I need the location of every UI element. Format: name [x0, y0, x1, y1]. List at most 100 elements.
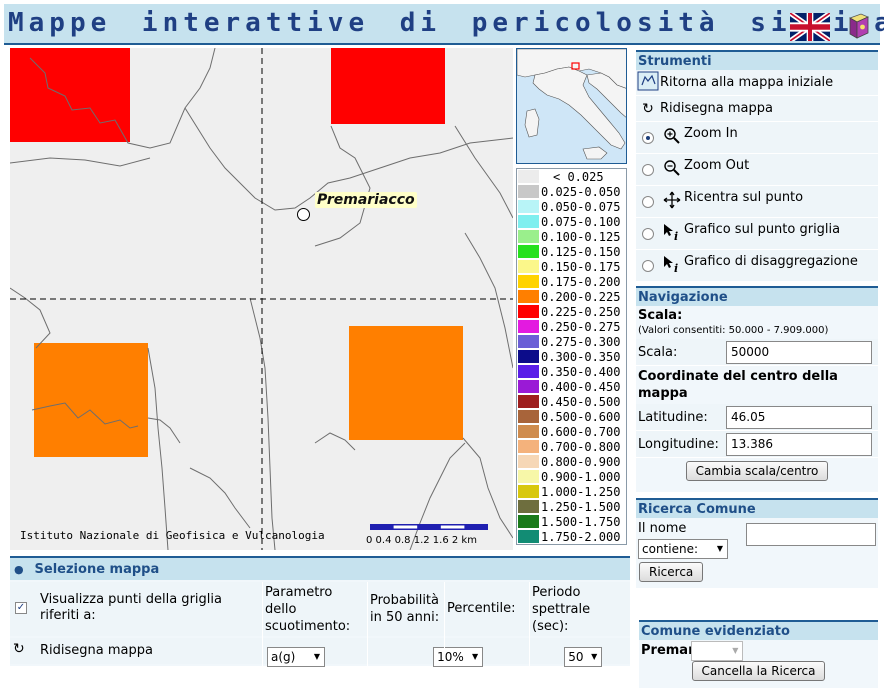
- show-grid-checkbox[interactable]: ✓: [15, 602, 27, 614]
- hazard-cell-red-2: [331, 48, 445, 124]
- legend-item: 0.900-1.000: [517, 469, 626, 484]
- reset-map-tool[interactable]: Ritorna alla mappa iniziale: [636, 70, 878, 96]
- legend-swatch: [518, 530, 539, 543]
- highlighted-town: Premariacco: [641, 643, 733, 658]
- legend-item: 0.025-0.050: [517, 184, 626, 199]
- tool-option-label: Ricentra sul punto: [684, 190, 804, 205]
- tools-panel: Strumenti Ritorna alla mappa iniziale ↻ …: [636, 50, 878, 282]
- legend-label: 0.500-0.600: [541, 409, 621, 424]
- info-cursor-icon: i: [660, 222, 684, 246]
- tool-option-label: Zoom Out: [684, 158, 750, 173]
- percentile-column-label: Percentile:: [447, 601, 516, 616]
- selection-row-controls: ↻ Ridisegna mappa a(g) 10% 50: [10, 638, 744, 667]
- redraw-map-label: Ridisegna mappa: [660, 101, 773, 116]
- legend-swatch: [518, 290, 539, 303]
- selection-row-header: ✓ Visualizza punti della griglia riferit…: [10, 582, 630, 636]
- legend-swatch: [518, 245, 539, 258]
- legend-swatch: [518, 170, 539, 183]
- legend-item: 0.300-0.350: [517, 349, 626, 364]
- tool-radio[interactable]: [642, 131, 654, 144]
- clear-search-button[interactable]: Cancella la Ricerca: [691, 661, 826, 681]
- town-search-input[interactable]: [746, 523, 876, 546]
- legend-label: 0.050-0.075: [541, 199, 621, 214]
- selection-title: Selezione mappa: [34, 562, 160, 577]
- apply-scale-center-button[interactable]: Cambia scala/centro: [685, 461, 829, 481]
- legend-item: 0.350-0.400: [517, 364, 626, 379]
- tool-option-pan-arrows[interactable]: Ricentra sul punto: [636, 186, 878, 218]
- tool-option-info-cursor[interactable]: i Grafico di disaggregazione: [636, 250, 878, 282]
- uk-flag-icon[interactable]: [790, 13, 830, 41]
- col-divider: [367, 582, 368, 666]
- reset-map-icon: [636, 71, 660, 95]
- tool-radio[interactable]: [642, 259, 654, 272]
- scale-bar: 0 0.4 0.8 1.2 1.6 2 km: [366, 521, 511, 547]
- legend-item: 0.225-0.250: [517, 304, 626, 319]
- redraw-icon: ↻: [642, 100, 654, 117]
- legend-label: 1.000-1.250: [541, 484, 621, 499]
- legend-swatch: [518, 380, 539, 393]
- legend-swatch: [518, 230, 539, 243]
- help-book-icon[interactable]: [847, 12, 871, 40]
- tool-radio[interactable]: [642, 227, 654, 240]
- tool-option-label: Grafico di disaggregazione: [684, 254, 858, 269]
- tool-radio[interactable]: [642, 195, 654, 208]
- col-divider: [262, 582, 263, 666]
- redraw-map-tool[interactable]: ↻ Ridisegna mappa: [636, 96, 878, 122]
- legend-swatch: [518, 455, 539, 468]
- legend-label: 0.200-0.225: [541, 289, 621, 304]
- prob-column-label: Probabilità in 50 anni:: [370, 593, 440, 625]
- latitude-input[interactable]: 46.05: [726, 405, 872, 429]
- legend-label: 0.100-0.125: [541, 229, 621, 244]
- hazard-legend: < 0.025 0.025-0.050 0.050-0.075 0.075-0.100…: [516, 168, 627, 545]
- legend-label: 1.500-1.750: [541, 514, 621, 529]
- svg-text:i: i: [674, 230, 678, 242]
- hazard-cell-red-1: [10, 48, 130, 142]
- legend-label: 0.150-0.175: [541, 259, 621, 274]
- legend-item: 0.500-0.600: [517, 409, 626, 424]
- probability-select[interactable]: 10%: [433, 647, 484, 667]
- hazard-cell-orange-1: [34, 343, 148, 457]
- percentile-select[interactable]: 50: [564, 647, 603, 667]
- tools-title: Strumenti: [636, 50, 878, 70]
- match-mode-select[interactable]: contiene:: [638, 539, 728, 559]
- eye-icon: ●: [14, 563, 24, 576]
- hazard-cell-orange-2: [349, 326, 463, 440]
- tool-option-info-cursor[interactable]: i Grafico sul punto griglia: [636, 218, 878, 250]
- period-select[interactable]: [691, 641, 744, 661]
- search-button[interactable]: Ricerca: [639, 562, 704, 582]
- tool-option-label: Zoom In: [684, 126, 738, 141]
- legend-label: 0.250-0.275: [541, 319, 621, 334]
- tool-option-label: Grafico sul punto griglia: [684, 222, 841, 237]
- legend-label: 0.300-0.350: [541, 349, 621, 364]
- legend-item: 0.600-0.700: [517, 424, 626, 439]
- legend-item: 0.275-0.300: [517, 334, 626, 349]
- info-cursor-icon: i: [660, 254, 684, 278]
- longitude-input[interactable]: 13.386: [726, 432, 872, 456]
- tool-radio[interactable]: [642, 163, 654, 176]
- legend-item: < 0.025: [517, 169, 626, 184]
- highlight-panel: Comune evidenziato Premariacco Cancella …: [639, 620, 878, 688]
- legend-label: 0.450-0.500: [541, 394, 621, 409]
- clear-search-row: Cancella la Ricerca: [639, 661, 878, 681]
- redraw-map-link[interactable]: Ridisegna mappa: [40, 643, 153, 658]
- legend-swatch: [518, 335, 539, 348]
- overview-minimap[interactable]: [516, 48, 627, 164]
- tool-option-zoom-out[interactable]: Zoom Out: [636, 154, 878, 186]
- param-select[interactable]: a(g): [267, 647, 325, 667]
- scale-input[interactable]: 50000: [726, 340, 872, 364]
- legend-item: 0.700-0.800: [517, 439, 626, 454]
- legend-label: 0.400-0.450: [541, 379, 621, 394]
- redraw-icon[interactable]: ↻: [13, 641, 25, 657]
- legend-item: 0.800-0.900: [517, 454, 626, 469]
- hazard-map[interactable]: Premariacco Istituto Nazionale di Geofis…: [10, 48, 513, 550]
- tool-option-zoom-in[interactable]: Zoom In: [636, 122, 878, 154]
- legend-swatch: [518, 515, 539, 528]
- highlight-title: Comune evidenziato: [639, 620, 878, 640]
- legend-label: 0.025-0.050: [541, 184, 621, 199]
- legend-label: 1.750-2.000: [541, 529, 621, 544]
- city-marker-icon: [297, 208, 310, 221]
- legend-item: 0.075-0.100: [517, 214, 626, 229]
- legend-label: 0.900-1.000: [541, 469, 621, 484]
- map-credit: Istituto Nazionale di Geofisica e Vulcan…: [20, 529, 325, 542]
- coords-heading: Coordinate del centro della mappa: [638, 369, 838, 401]
